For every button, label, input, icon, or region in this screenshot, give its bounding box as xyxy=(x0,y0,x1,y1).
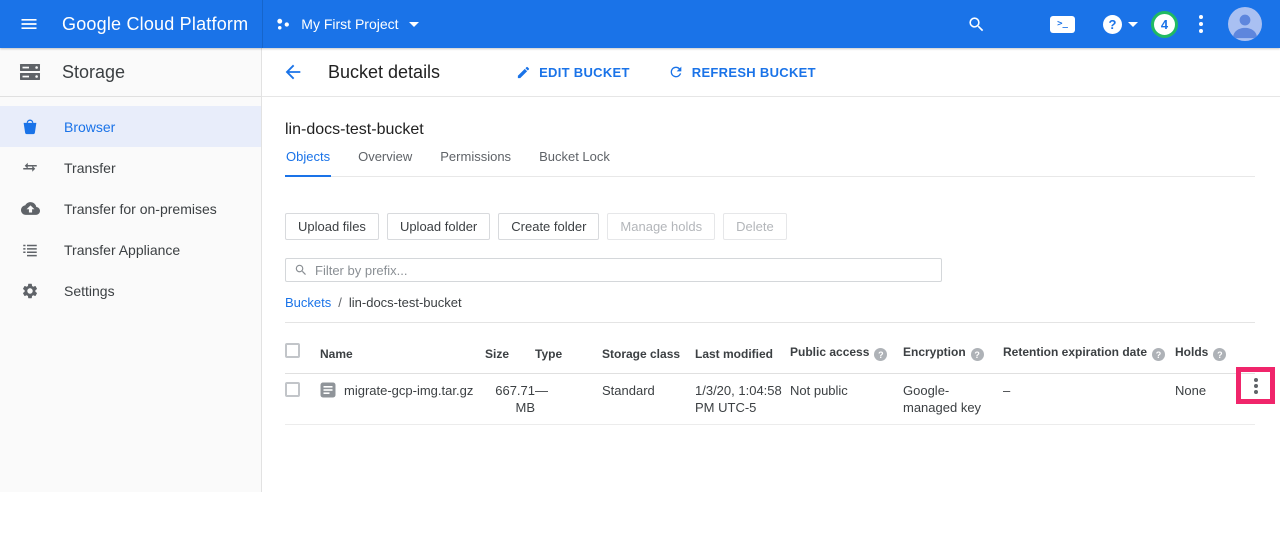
table-header-row: Name Size Type Storage class Last modifi… xyxy=(285,323,1255,374)
object-actions: Upload files Upload folder Create folder… xyxy=(285,213,1280,240)
object-holds: None xyxy=(1175,374,1255,425)
topbar: Google Cloud Platform My First Project >… xyxy=(0,0,1280,48)
object-type: — xyxy=(535,374,602,425)
object-name-link[interactable]: migrate-gcp-img.tar.gz xyxy=(344,382,473,399)
tab-bucket-lock[interactable]: Bucket Lock xyxy=(538,147,611,176)
appliance-list-icon xyxy=(20,241,40,259)
cloud-upload-icon xyxy=(20,199,40,218)
column-header-retention: Retention expiration date? xyxy=(1003,323,1175,374)
avatar[interactable] xyxy=(1228,7,1262,41)
sidebar-item-transfer[interactable]: Transfer xyxy=(0,147,261,188)
back-arrow-icon[interactable] xyxy=(282,61,304,83)
manage-holds-button: Manage holds xyxy=(607,213,715,240)
sidebar-item-label: Transfer xyxy=(64,160,116,176)
help-menu[interactable]: ? xyxy=(1103,15,1138,34)
sidebar-item-label: Transfer Appliance xyxy=(64,242,180,258)
object-file-icon xyxy=(320,382,336,398)
object-last-modified: 1/3/20, 1:04:58 PM UTC-5 xyxy=(695,374,790,425)
object-encryption: Google-managed key xyxy=(903,374,1003,425)
tab-objects[interactable]: Objects xyxy=(285,147,331,177)
upload-folder-button[interactable]: Upload folder xyxy=(387,213,490,240)
project-icon xyxy=(276,17,291,32)
filter-field[interactable] xyxy=(285,258,942,282)
help-icon[interactable]: ? xyxy=(874,348,887,361)
sidebar: Storage Browser Transfer Transfer for on… xyxy=(0,48,262,492)
sidebar-item-transfer-on-premises[interactable]: Transfer for on-premises xyxy=(0,188,261,229)
edit-bucket-button[interactable]: EDIT BUCKET xyxy=(516,65,630,80)
help-icon: ? xyxy=(1103,15,1122,34)
help-icon[interactable]: ? xyxy=(1152,348,1165,361)
storage-icon xyxy=(18,60,42,84)
topbar-divider xyxy=(262,0,263,48)
upload-files-button[interactable]: Upload files xyxy=(285,213,379,240)
select-all-checkbox[interactable] xyxy=(285,343,300,358)
help-icon[interactable]: ? xyxy=(1213,348,1226,361)
page-header: Bucket details EDIT BUCKET REFRESH BUCKE… xyxy=(262,48,1280,97)
sidebar-title: Storage xyxy=(62,62,125,83)
object-retention: – xyxy=(1003,374,1175,425)
page-title: Bucket details xyxy=(328,62,440,83)
breadcrumb: Buckets / lin-docs-test-bucket xyxy=(285,295,1280,310)
column-header-encryption: Encryption? xyxy=(903,323,1003,374)
table-row: migrate-gcp-img.tar.gz 667.71 MB — Stand… xyxy=(285,374,1255,425)
notifications-count: 4 xyxy=(1161,17,1168,32)
project-picker[interactable]: My First Project xyxy=(276,16,418,32)
column-header-public-access: Public access? xyxy=(790,323,903,374)
sidebar-item-settings[interactable]: Settings xyxy=(0,270,261,311)
topbar-actions: >_ ? 4 xyxy=(967,7,1262,41)
cloud-shell-icon[interactable]: >_ xyxy=(1050,16,1103,33)
bucket-details-content: lin-docs-test-bucket Objects Overview Pe… xyxy=(262,97,1280,534)
sidebar-header: Storage xyxy=(0,48,261,97)
column-header-size: Size xyxy=(485,323,535,374)
tab-bar: Objects Overview Permissions Bucket Lock xyxy=(285,147,1255,177)
refresh-bucket-label: REFRESH BUCKET xyxy=(692,65,816,80)
search-icon[interactable] xyxy=(967,15,986,34)
bucket-icon xyxy=(20,118,40,136)
row-actions-menu-button[interactable] xyxy=(1246,373,1265,398)
column-header-type: Type xyxy=(535,323,602,374)
gear-icon xyxy=(20,282,40,300)
sidebar-item-label: Settings xyxy=(64,283,115,299)
menu-icon[interactable] xyxy=(17,12,41,36)
refresh-bucket-button[interactable]: REFRESH BUCKET xyxy=(668,64,816,80)
refresh-icon xyxy=(668,64,684,80)
object-size: 667.71 MB xyxy=(485,374,535,425)
caret-down-icon xyxy=(409,22,419,27)
delete-button: Delete xyxy=(723,213,787,240)
notifications-badge[interactable]: 4 xyxy=(1151,11,1178,38)
bucket-name: lin-docs-test-bucket xyxy=(285,121,1280,139)
sidebar-nav: Browser Transfer Transfer for on-premise… xyxy=(0,97,261,311)
pencil-icon xyxy=(516,65,531,80)
project-name: My First Project xyxy=(301,16,398,32)
tab-overview[interactable]: Overview xyxy=(357,147,413,176)
row-checkbox[interactable] xyxy=(285,382,300,397)
caret-down-icon xyxy=(1128,22,1138,27)
sidebar-item-label: Browser xyxy=(64,119,115,135)
column-header-last-modified: Last modified xyxy=(695,323,790,374)
transfer-arrows-icon xyxy=(20,159,40,177)
breadcrumb-current: lin-docs-test-bucket xyxy=(349,295,462,310)
column-header-name: Name xyxy=(320,323,485,374)
help-icon[interactable]: ? xyxy=(971,348,984,361)
edit-bucket-label: EDIT BUCKET xyxy=(539,65,630,80)
breadcrumb-buckets-link[interactable]: Buckets xyxy=(285,295,331,310)
person-icon xyxy=(1228,7,1262,41)
column-header-storage-class: Storage class xyxy=(602,323,695,374)
objects-table: Name Size Type Storage class Last modifi… xyxy=(285,323,1255,425)
sidebar-item-label: Transfer for on-premises xyxy=(64,201,217,217)
tab-permissions[interactable]: Permissions xyxy=(439,147,512,176)
sidebar-item-transfer-appliance[interactable]: Transfer Appliance xyxy=(0,229,261,270)
sidebar-item-browser[interactable]: Browser xyxy=(0,106,261,147)
column-header-holds: Holds? xyxy=(1175,323,1255,374)
product-name[interactable]: Google Cloud Platform xyxy=(62,14,248,35)
search-icon xyxy=(294,263,308,277)
filter-input[interactable] xyxy=(315,263,933,278)
object-storage-class: Standard xyxy=(602,374,695,425)
app-root: Google Cloud Platform My First Project >… xyxy=(0,0,1280,534)
cloud-shell-glyph: >_ xyxy=(1050,16,1075,33)
create-folder-button[interactable]: Create folder xyxy=(498,213,599,240)
object-public-access: Not public xyxy=(790,374,903,425)
more-options-icon[interactable] xyxy=(1195,11,1207,37)
breadcrumb-separator: / xyxy=(338,295,342,310)
